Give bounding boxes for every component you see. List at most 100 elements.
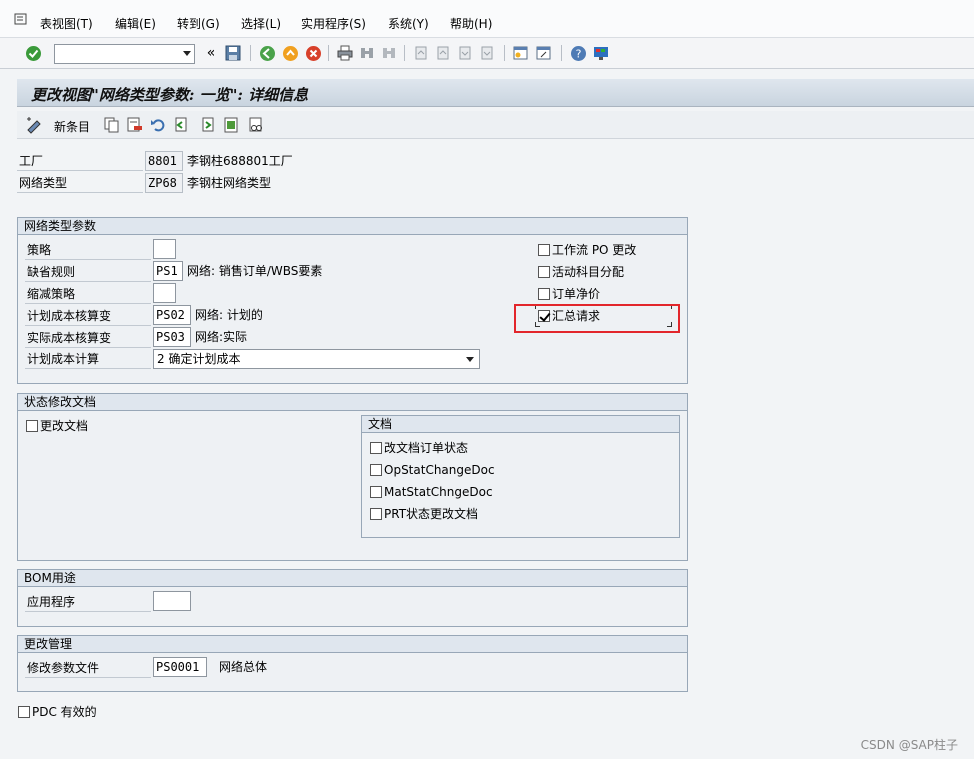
- checkbox-label: 工作流 PO 更改: [552, 243, 637, 257]
- print-preview-icon[interactable]: [248, 117, 264, 136]
- menu-table-view[interactable]: 表视图(T): [40, 15, 93, 32]
- application-field[interactable]: [153, 591, 191, 611]
- group-title: 更改管理: [18, 636, 687, 653]
- watermark: CSDN @SAP柱子: [860, 738, 958, 752]
- checkbox-label: 活动科目分配: [552, 265, 625, 279]
- exit-icon[interactable]: [281, 44, 299, 62]
- menu-system[interactable]: 系统(Y): [388, 15, 429, 32]
- plan-cost-variant-field[interactable]: PS02: [153, 305, 191, 325]
- plan-cost-calc-label: 计划成本计算: [25, 349, 151, 369]
- create-session-icon[interactable]: [512, 44, 530, 62]
- find-icon[interactable]: [358, 44, 376, 62]
- change-profile-label: 修改参数文件: [25, 658, 151, 678]
- back-icon[interactable]: [258, 44, 276, 62]
- menu-icon[interactable]: [14, 13, 28, 26]
- menu-utilities[interactable]: 实用程序(S): [301, 15, 366, 32]
- default-rule-label: 缺省规则: [25, 262, 151, 282]
- customize-layout-icon[interactable]: [592, 44, 610, 62]
- checkbox-box[interactable]: [370, 464, 382, 476]
- menu-help[interactable]: 帮助(H): [450, 15, 492, 32]
- checkbox-order-net-price[interactable]: 订单净价: [538, 284, 600, 304]
- checkbox-prt-status-change-doc[interactable]: PRT状态更改文档: [370, 504, 478, 524]
- network-type-label: 网络类型: [17, 173, 143, 193]
- display-change-icon[interactable]: [25, 116, 43, 134]
- network-type-description: 李钢柱网络类型: [187, 176, 272, 190]
- copy-as-icon[interactable]: [104, 117, 120, 136]
- plan-cost-calc-select[interactable]: 2 确定计划成本: [153, 349, 480, 369]
- group-title: 网络类型参数: [18, 218, 687, 235]
- checkbox-box[interactable]: [538, 288, 550, 300]
- group-title: BOM用途: [18, 570, 687, 587]
- default-rule-description: 网络: 销售订单/WBS要素: [187, 264, 323, 278]
- menu-goto[interactable]: 转到(G): [177, 15, 220, 32]
- undo-icon[interactable]: [150, 117, 166, 136]
- checkbox-change-documents[interactable]: 更改文档: [26, 416, 88, 436]
- checkbox-box[interactable]: [18, 706, 30, 718]
- checkbox-box[interactable]: [538, 266, 550, 278]
- help-icon[interactable]: ?: [569, 44, 587, 62]
- checkbox-label: OpStatChangeDoc: [384, 463, 495, 477]
- strategy-label: 策略: [25, 240, 151, 260]
- plan-cost-calc-value: 2 确定计划成本: [157, 352, 241, 366]
- plant-field: 8801: [145, 151, 183, 171]
- checkbox-pdc-active[interactable]: PDC 有效的: [18, 702, 97, 722]
- command-dropdown-icon[interactable]: [183, 51, 191, 56]
- page-title: 更改视图"网络类型参数: 一览": 详细信息: [31, 86, 309, 104]
- next-page-icon[interactable]: [456, 44, 474, 62]
- next-entry-icon[interactable]: [200, 117, 216, 136]
- checkbox-label: 改文档订单状态: [384, 441, 469, 455]
- strategy-field[interactable]: [153, 239, 176, 259]
- application-toolbar: 新条目: [17, 111, 974, 139]
- chevron-down-icon[interactable]: [466, 357, 474, 362]
- checkbox-op-stat-change-doc[interactable]: OpStatChangeDoc: [370, 460, 495, 480]
- save-icon[interactable]: [224, 44, 242, 62]
- find-next-icon[interactable]: [380, 44, 398, 62]
- nav-back-symbol[interactable]: «: [202, 44, 220, 62]
- checkbox-box[interactable]: [370, 486, 382, 498]
- default-rule-field[interactable]: PS1: [153, 261, 183, 281]
- command-field[interactable]: [54, 44, 195, 64]
- checkbox-box[interactable]: [370, 442, 382, 454]
- application-label: 应用程序: [25, 592, 151, 612]
- last-page-icon[interactable]: [478, 44, 496, 62]
- cancel-icon[interactable]: [304, 44, 322, 62]
- actual-cost-variant-field[interactable]: PS03: [153, 327, 191, 347]
- actual-cost-variant-description: 网络:实际: [195, 330, 248, 344]
- previous-entry-icon[interactable]: [173, 117, 189, 136]
- checkbox-order-status-change-doc[interactable]: 改文档订单状态: [370, 438, 468, 458]
- checkbox-box[interactable]: [370, 508, 382, 520]
- group-title: 状态修改文档: [18, 394, 687, 411]
- delete-icon[interactable]: [127, 117, 143, 136]
- checkbox-workflow-po-change[interactable]: 工作流 PO 更改: [538, 240, 636, 260]
- checkbox-label: PRT状态更改文档: [384, 507, 479, 521]
- checkbox-mat-stat-change-doc[interactable]: MatStatChngeDoc: [370, 482, 493, 502]
- plan-cost-variant-description: 网络: 计划的: [195, 308, 263, 322]
- checkbox-box[interactable]: [26, 420, 38, 432]
- change-profile-description: 网络总体: [219, 660, 268, 674]
- group-title: 文档: [362, 416, 679, 433]
- checkbox-label: PDC 有效的: [32, 705, 97, 719]
- shortcut-icon[interactable]: [535, 44, 553, 62]
- first-page-icon[interactable]: [412, 44, 430, 62]
- checkbox-label: MatStatChngeDoc: [384, 485, 493, 499]
- network-type-field: ZP68: [145, 173, 183, 193]
- enter-check-icon[interactable]: [24, 44, 42, 62]
- select-all-icon[interactable]: [223, 117, 239, 136]
- checkbox-box[interactable]: [538, 244, 550, 256]
- print-icon[interactable]: [336, 44, 354, 62]
- plant-description: 李钢柱688801工厂: [187, 154, 293, 168]
- new-entries-button[interactable]: 新条目: [54, 118, 90, 135]
- annotation-highlight-box: [514, 304, 680, 333]
- change-profile-field[interactable]: PS0001: [153, 657, 207, 677]
- menu-edit[interactable]: 编辑(E): [115, 15, 156, 32]
- menu-select[interactable]: 选择(L): [241, 15, 281, 32]
- plan-cost-variant-label: 计划成本核算变: [25, 306, 151, 326]
- actual-cost-variant-label: 实际成本核算变: [25, 328, 151, 348]
- checkbox-label: 更改文档: [40, 419, 89, 433]
- previous-page-icon[interactable]: [434, 44, 452, 62]
- checkbox-label: 订单净价: [552, 287, 601, 301]
- reduction-strategy-field[interactable]: [153, 283, 176, 303]
- title-bar: 更改视图"网络类型参数: 一览": 详细信息: [17, 79, 974, 107]
- reduction-strategy-label: 缩减策略: [25, 284, 151, 304]
- checkbox-activity-account-assignment[interactable]: 活动科目分配: [538, 262, 624, 282]
